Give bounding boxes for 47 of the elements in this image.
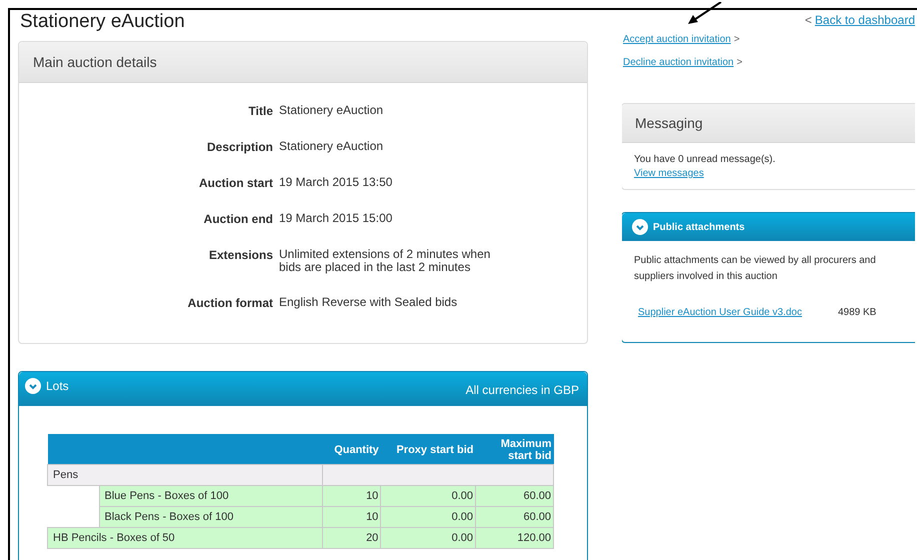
panel-header: Messaging <box>622 104 915 143</box>
currency-note: All currencies in GBP <box>466 383 579 397</box>
table-cell: 60.00 <box>476 485 554 506</box>
field-label: Title <box>248 104 273 118</box>
field-value: 19 March 2015 13:50 <box>279 176 394 190</box>
table-cell: HB Pencils - Boxes of 50 <box>48 527 322 548</box>
column-header: Proxy start bid <box>380 434 476 464</box>
table-cell: Blue Pens - Boxes of 100 <box>99 485 322 506</box>
field-label: Auction end <box>202 212 273 226</box>
field-label: Auction start <box>198 176 273 190</box>
file-size: 4989 KB <box>838 307 876 318</box>
panel-title: Lots <box>46 379 70 393</box>
field-value: Stationery eAuction <box>279 104 384 118</box>
collapse-icon[interactable] <box>25 378 41 394</box>
table-cell: Black Pens - Boxes of 100 <box>99 506 322 527</box>
back-arrow: < <box>804 13 812 27</box>
field-value: 19 March 2015 15:00 <box>279 212 394 226</box>
attachments-description: Public attachments can be viewed by all procurers and suppliers involved in this auction <box>634 254 877 284</box>
table-cell: 0.00 <box>380 485 476 506</box>
table-cell: 120.00 <box>476 527 554 548</box>
table-cell: 0.00 <box>380 506 476 527</box>
action-link[interactable]: Decline auction invitation <box>623 57 734 68</box>
message-count: You have 0 unread message(s). <box>634 153 776 167</box>
field-value: Unlimited extensions of 2 minutes when bids are placed in the last 2 minutes <box>279 248 492 274</box>
field-value: English Reverse with Sealed bids <box>279 296 458 310</box>
file-link[interactable]: Supplier eAuction User Guide v3.doc <box>638 307 802 318</box>
field-label: Description <box>206 140 273 154</box>
field-label: Extensions <box>208 248 273 264</box>
link-arrow: > <box>736 57 742 68</box>
table-cell: Pens <box>48 464 322 485</box>
field-value: Stationery eAuction <box>279 140 384 154</box>
link-arrow: > <box>734 34 740 45</box>
table-cell: 0.00 <box>380 527 476 548</box>
view-messages-link[interactable]: View messages <box>634 168 704 179</box>
column-header: Quantity <box>322 434 381 464</box>
action-link[interactable]: Accept auction invitation <box>623 34 731 45</box>
column-header: Maximum start bid <box>476 434 554 464</box>
panel-header: Main auction details <box>19 42 587 83</box>
back-link[interactable]: Back to dashboard <box>814 13 915 27</box>
table-cell: 10 <box>322 485 381 506</box>
field-label: Auction format <box>186 296 273 310</box>
page-title: Stationery eAuction <box>20 11 186 33</box>
panel-title: Public attachments <box>653 222 746 232</box>
table-cell: 60.00 <box>476 506 554 527</box>
table-cell: 10 <box>322 506 381 527</box>
table-cell: 20 <box>322 527 381 548</box>
collapse-icon[interactable] <box>632 219 648 235</box>
